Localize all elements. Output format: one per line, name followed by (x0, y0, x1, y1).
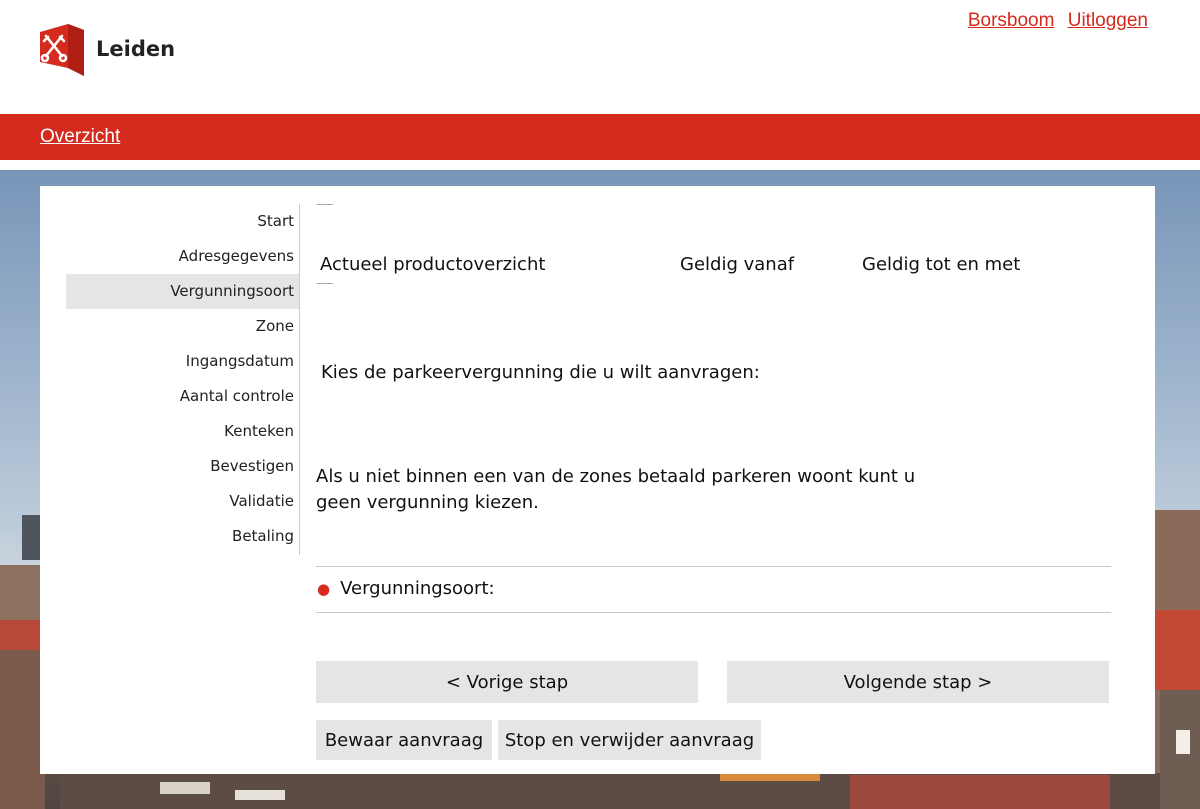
step-betaling[interactable]: Betaling (66, 519, 300, 554)
header: Leiden Borsboom Uitloggen (0, 0, 1200, 114)
stop-delete-request-button[interactable]: Stop en verwijder aanvraag (498, 720, 761, 760)
step-kenteken[interactable]: Kenteken (66, 414, 300, 449)
zone-note: Als u niet binnen een van de zones betaa… (316, 466, 916, 513)
step-vergunningsoort[interactable]: Vergunningsoort (66, 274, 300, 309)
step-zone[interactable]: Zone (66, 309, 300, 344)
step-validatie[interactable]: Validatie (66, 484, 300, 519)
leiden-logo[interactable]: Leiden (40, 22, 175, 76)
leiden-keys-icon (40, 24, 84, 76)
save-request-button[interactable]: Bewaar aanvraag (316, 720, 492, 760)
step-ingangsdatum[interactable]: Ingangsdatum (66, 344, 300, 379)
table-rule-top (317, 204, 333, 205)
nav-overview-link[interactable]: Overzicht (40, 126, 120, 148)
logo-text: Leiden (96, 37, 176, 61)
user-links: Borsboom Uitloggen (960, 10, 1148, 32)
steps-divider (299, 204, 300, 555)
permit-type-field: ● Vergunningsoort: (316, 578, 495, 599)
next-step-button[interactable]: Volgende stap > (727, 661, 1109, 703)
wizard-card: Start Adresgegevens Vergunningsoort Zone… (40, 186, 1155, 774)
wizard-steps: Start Adresgegevens Vergunningsoort Zone… (66, 204, 300, 554)
required-bullet-icon: ● (317, 579, 331, 598)
previous-step-button[interactable]: < Vorige stap (316, 661, 698, 703)
logout-link[interactable]: Uitloggen (1068, 10, 1148, 31)
permit-type-label: Vergunningsoort: (340, 578, 495, 599)
table-rule-bottom (317, 283, 333, 284)
product-table-header-valid-from: Geldig vanaf (680, 254, 795, 275)
permit-prompt: Kies de parkeervergunning die u wilt aan… (321, 362, 760, 383)
step-aantal-controle[interactable]: Aantal controle (66, 379, 300, 414)
product-table-header-valid-until: Geldig tot en met (862, 254, 1021, 275)
user-name-link[interactable]: Borsboom (968, 10, 1055, 31)
field-divider-bottom (316, 612, 1111, 613)
step-start[interactable]: Start (66, 204, 300, 239)
product-table-header-product: Actueel productoverzicht (320, 254, 546, 275)
step-content: Actueel productoverzicht Geldig vanaf Ge… (316, 186, 1116, 774)
step-bevestigen[interactable]: Bevestigen (66, 449, 300, 484)
field-divider-top (316, 566, 1111, 567)
step-adresgegevens[interactable]: Adresgegevens (66, 239, 300, 274)
main-nav: Overzicht (0, 114, 1200, 160)
